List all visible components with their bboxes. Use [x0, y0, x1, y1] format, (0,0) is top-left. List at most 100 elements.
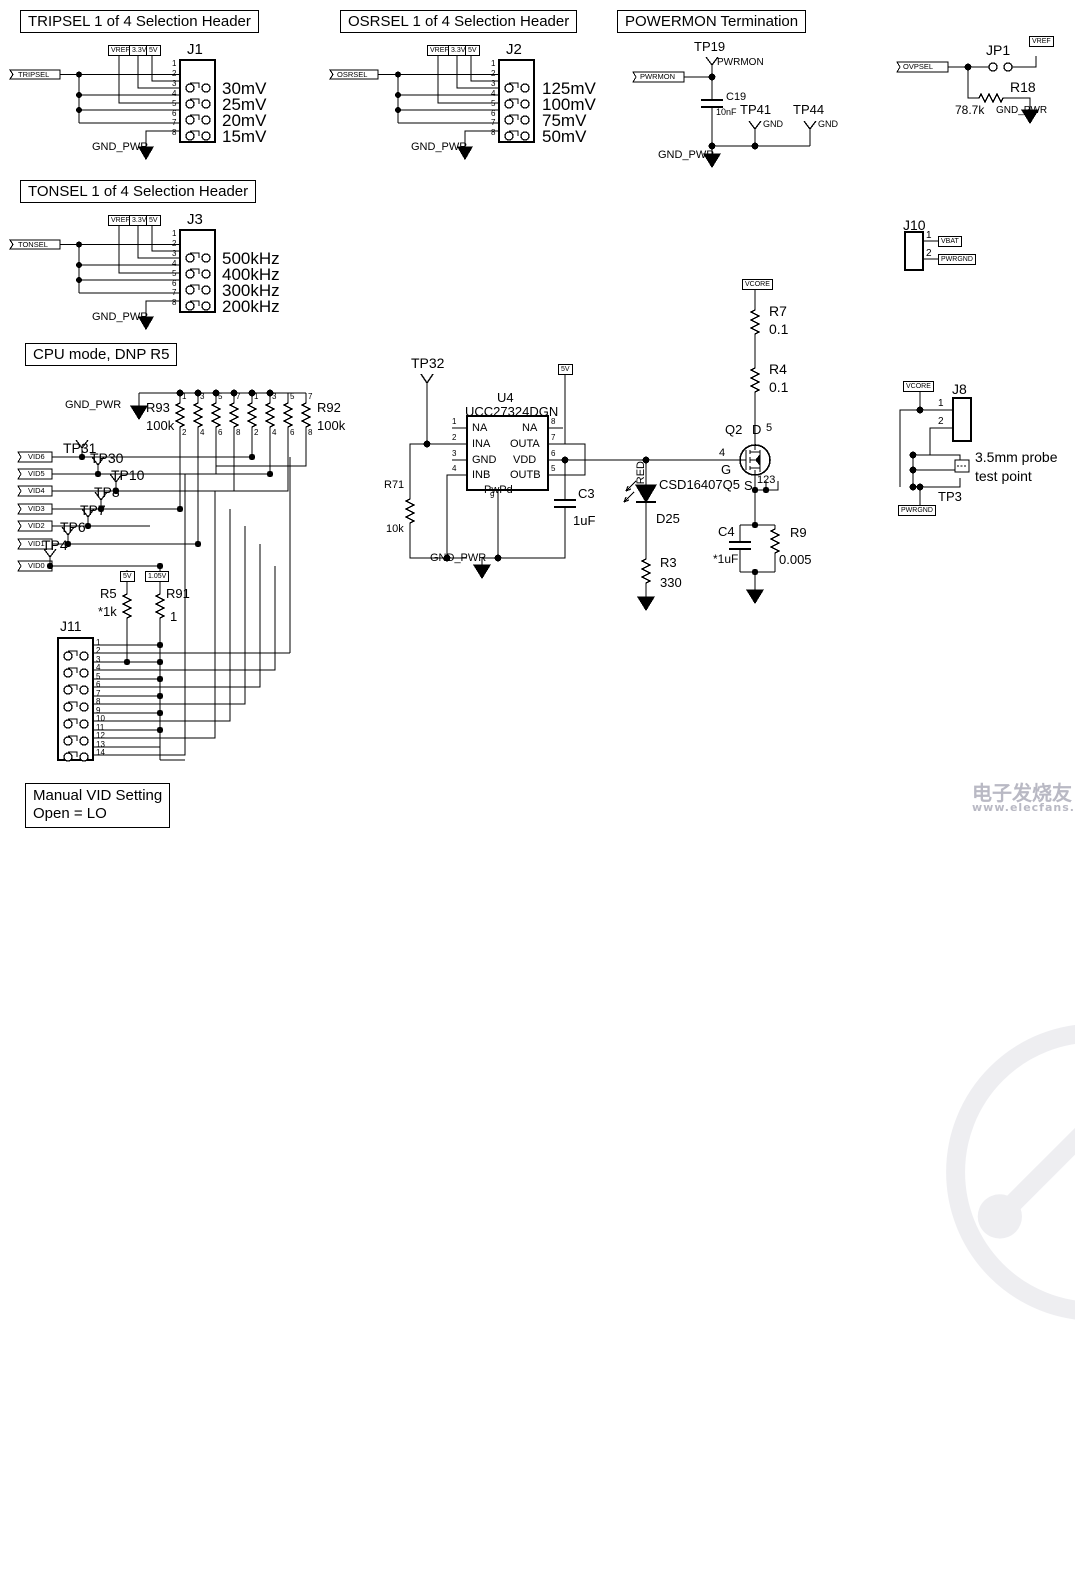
u4-pinname-gnd: GND	[472, 454, 497, 466]
netflag-pwrgnd-j8: PWRGND	[898, 505, 936, 516]
r92-pin-6: 6	[290, 428, 295, 437]
netflag-vbat: VBAT	[938, 236, 962, 247]
u4-pinnum-1: 1	[452, 417, 457, 426]
r4-value: 0.1	[769, 379, 789, 395]
netflag-vcore-stage: VCORE	[742, 279, 773, 290]
r93-pin-8: 8	[236, 428, 241, 437]
q2-drain-label: D	[752, 422, 762, 437]
gnd-label-osrsel: GND_PWR	[411, 141, 468, 153]
j1-pin-6: 6	[172, 109, 177, 118]
q2-drain-pin: 5	[766, 422, 773, 434]
title-cpumode: CPU mode, DNP R5	[25, 343, 178, 366]
r91-refdes: R91	[166, 586, 190, 601]
port-pwrmon[interactable]: PWRMON	[640, 73, 675, 81]
r93-pin-2: 2	[182, 428, 187, 437]
j2-pin-5: 5	[491, 99, 496, 108]
refdes-j10: J10	[903, 217, 926, 233]
refdes-j8: J8	[952, 381, 967, 397]
j3-pin-6: 6	[172, 279, 177, 288]
refdes-j11: J11	[60, 618, 82, 634]
r93-pin-6: 6	[218, 428, 223, 437]
gnd-label-powermon: GND_PWR	[658, 149, 715, 161]
schematic-sheet: TRIPSEL 1 of 4 Selection Header OSRSEL 1…	[0, 0, 1075, 1320]
u4-pinname-outb: OUTB	[510, 469, 541, 481]
tp4-text: TP4	[42, 537, 68, 553]
netflag-pwrgnd-j10: PWRGND	[938, 254, 976, 265]
watermark-text-url: www.elecfans.com	[972, 801, 1075, 814]
port-tripsel[interactable]: TRIPSEL	[18, 71, 49, 79]
u4-pinnum-5: 5	[551, 464, 556, 473]
tp32-label: TP32	[411, 355, 445, 371]
q2-gate-pin: 4	[719, 447, 726, 459]
j2-pin-2: 2	[491, 69, 496, 78]
tp10-text: TP10	[111, 467, 145, 483]
j10-pin-1: 1	[926, 230, 932, 241]
r93-value: 100k	[146, 418, 175, 433]
j11-pin-12: 12	[96, 731, 105, 740]
tp3-label: TP3	[938, 489, 962, 504]
r18-refdes: R18	[1010, 79, 1036, 95]
r92-pin-4: 4	[272, 428, 277, 437]
j3-pin-5: 5	[172, 269, 177, 278]
j8-pin-1: 1	[938, 398, 944, 409]
r4-refdes: R4	[769, 361, 787, 377]
j2-pin-8: 8	[491, 128, 496, 137]
r92-pin-2: 2	[254, 428, 259, 437]
j3-pin-7: 7	[172, 288, 177, 297]
c19-value: 10nF	[716, 107, 737, 117]
j2-pin-4: 4	[491, 89, 496, 98]
netflag-5v-tonsel: 5V	[146, 215, 161, 226]
r7-refdes: R7	[769, 303, 787, 319]
port-osrsel[interactable]: OSRSEL	[337, 71, 367, 79]
r71-value: 10k	[386, 523, 404, 535]
port-ovpsel[interactable]: OVPSEL	[903, 63, 933, 71]
jp1-refdes: JP1	[986, 42, 1011, 58]
manual-vid-line2: Open = LO	[33, 805, 107, 823]
j2-pin-1: 1	[491, 59, 496, 68]
c4-value: *1uF	[713, 552, 739, 566]
port-vid2[interactable]: VID2	[28, 522, 45, 530]
r3-refdes: R3	[660, 555, 677, 570]
r93-pin-3: 3	[200, 392, 205, 401]
j1-pin-3: 3	[172, 79, 177, 88]
netflag-vref-ovpsel: VREF	[1029, 36, 1054, 47]
r92-pin-8: 8	[308, 428, 313, 437]
j11-pin-2: 2	[96, 646, 101, 655]
u4-pinname-outa: OUTA	[510, 438, 540, 450]
manual-vid-line1: Manual VID Setting	[33, 787, 163, 804]
j10-pin-2: 2	[926, 248, 932, 259]
j3-pin-1: 1	[172, 229, 177, 238]
j1-pin-7: 7	[172, 118, 177, 127]
tp6-text: TP6	[60, 519, 86, 535]
tp30-text: TP30	[90, 450, 124, 466]
osrsel-option-3: 50mV	[542, 127, 587, 146]
r5-refdes: R5	[100, 586, 117, 601]
j8-note-line1: 3.5mm probe	[975, 449, 1058, 465]
refdes-j3: J3	[187, 211, 203, 228]
q2-refdes: Q2	[725, 422, 743, 437]
port-vid0[interactable]: VID0	[28, 562, 45, 570]
q2-source-label: S	[744, 478, 753, 493]
port-tonsel[interactable]: TONSEL	[18, 241, 48, 249]
net-label-red: RED	[635, 461, 647, 485]
port-vid4[interactable]: VID4	[28, 487, 45, 495]
u4-refdes: U4	[497, 390, 514, 405]
title-tonsel: TONSEL 1 of 4 Selection Header	[20, 180, 257, 203]
u4-pinname-pwpd: PwPd	[484, 484, 513, 496]
netflag-5v-cpumode: 5V	[120, 571, 135, 582]
u4-pinnum-6: 6	[551, 449, 556, 458]
port-vid3[interactable]: VID3	[28, 505, 45, 513]
j11-pin-8: 8	[96, 697, 101, 706]
u4-pinnum-2: 2	[452, 433, 457, 442]
netflag-105v-cpumode: 1.05V	[145, 571, 170, 582]
gnd-label-tonsel: GND_PWR	[92, 311, 149, 323]
title-powermon: POWERMON Termination	[617, 10, 807, 33]
j2-pin-7: 7	[491, 118, 496, 127]
pwrmon-net-label: PWRMON	[717, 57, 764, 68]
r18-value: 78.7k	[955, 103, 985, 117]
port-vid5[interactable]: VID5	[28, 470, 45, 478]
j3-pin-3: 3	[172, 249, 177, 258]
netflag-vcore-j8: VCORE	[903, 381, 934, 392]
port-vid6[interactable]: VID6	[28, 453, 45, 461]
gnd-label-ovpsel: GND_PWR	[996, 105, 1048, 116]
